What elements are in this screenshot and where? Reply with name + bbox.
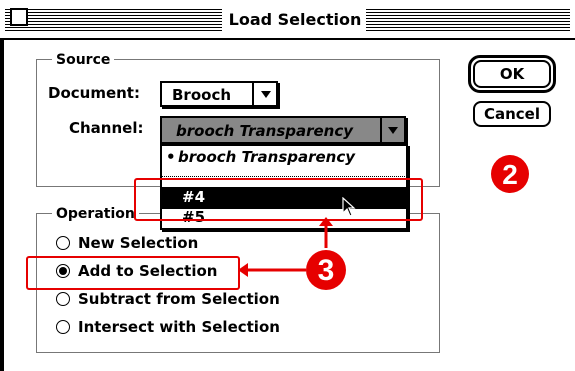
annotation-arrows	[238, 217, 333, 277]
annotation-badge-2: 2	[491, 155, 529, 193]
load-selection-dialog: Load Selection Source Document: Brooch C…	[0, 0, 575, 371]
arrow-to-add-head	[238, 263, 248, 277]
arrow-to-menu-head	[319, 217, 333, 226]
annotation-badge-3: 3	[306, 250, 346, 290]
